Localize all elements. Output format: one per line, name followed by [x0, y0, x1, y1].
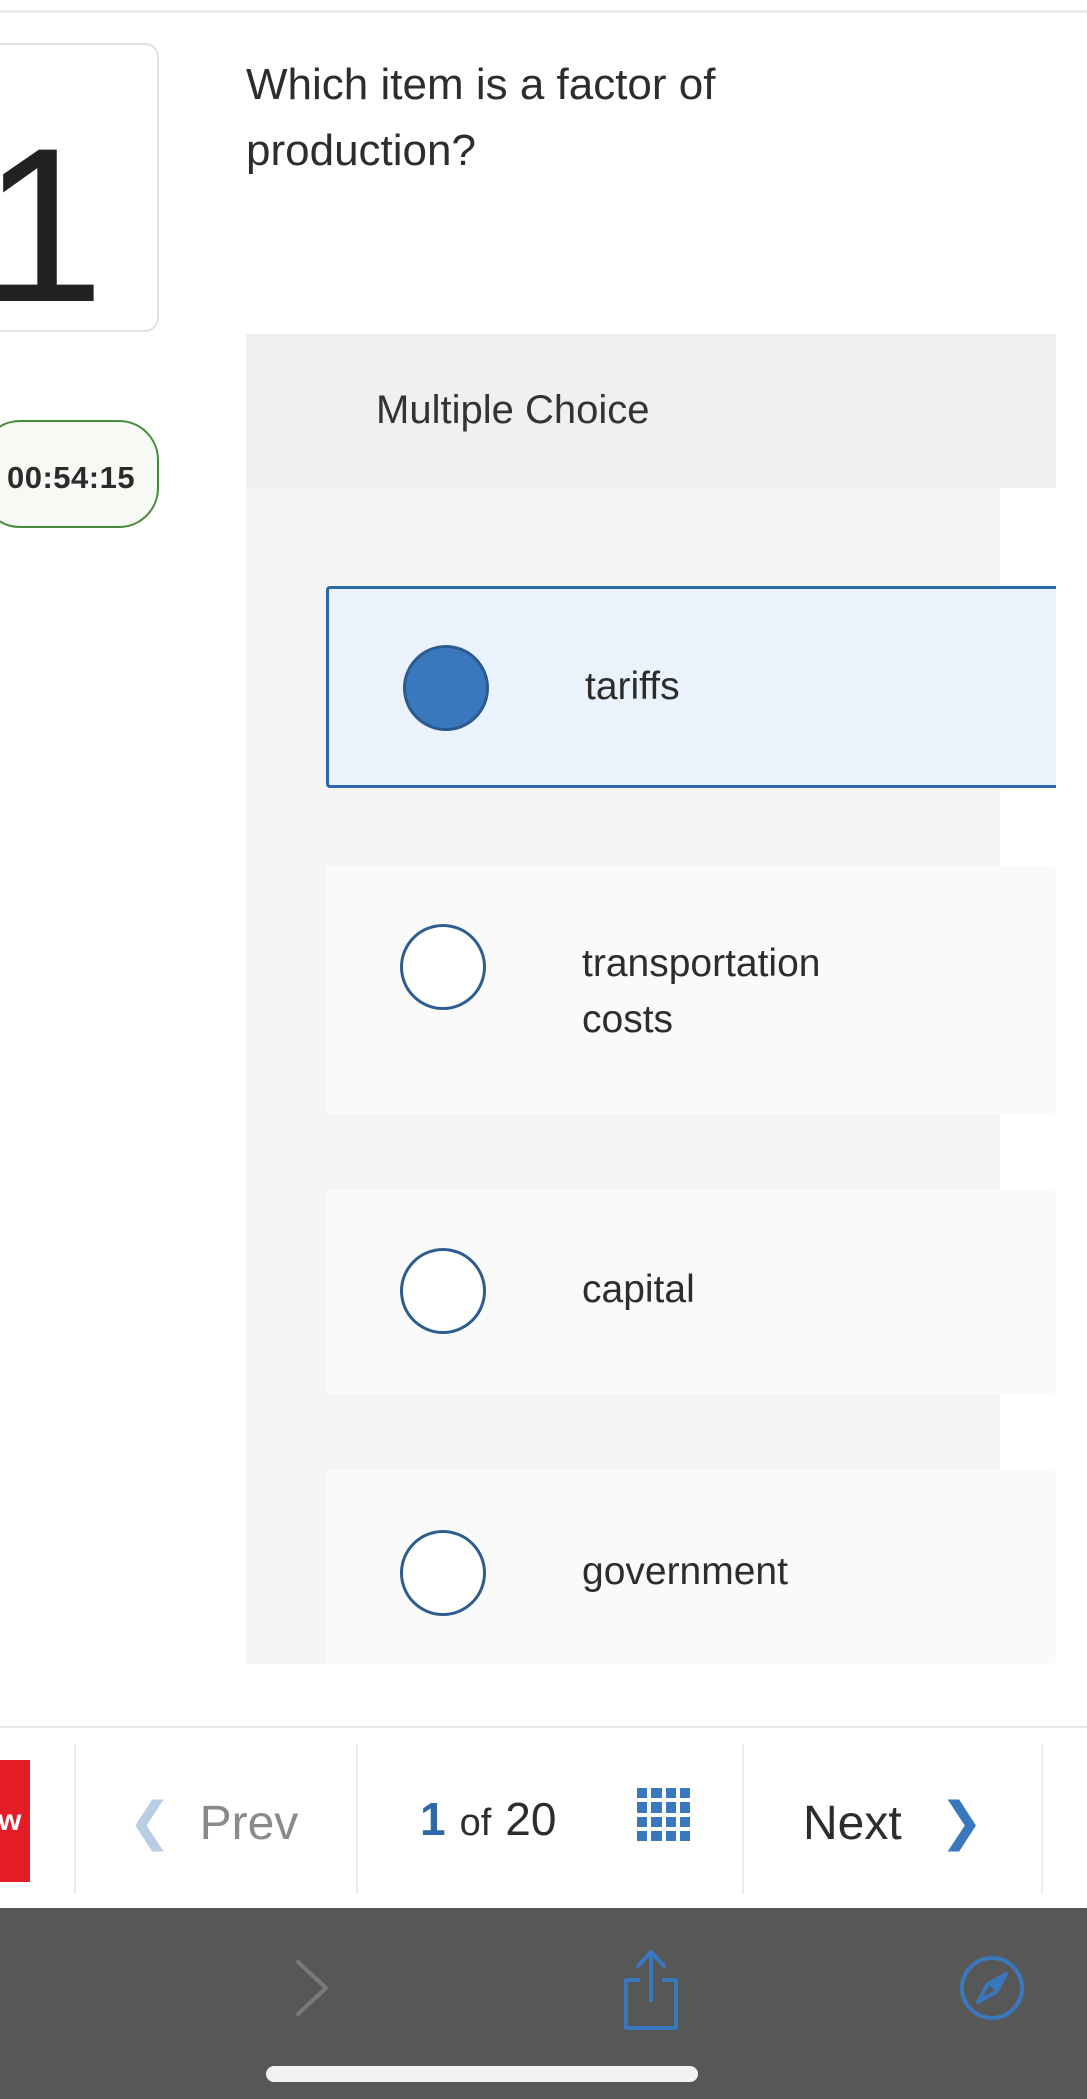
radio-button[interactable] [400, 1530, 486, 1616]
current-page: 1 [420, 1793, 446, 1845]
prev-button[interactable]: ❮ Prev [128, 1792, 298, 1852]
nav-divider [742, 1744, 744, 1894]
choice-option-government[interactable]: government [326, 1470, 1056, 1664]
nav-divider [74, 1744, 76, 1894]
choice-label: capital [582, 1268, 695, 1311]
chevron-left-icon: ❮ [128, 1793, 172, 1851]
nav-divider [1041, 1744, 1043, 1894]
question-prompt: Which item is a factor of production? [246, 60, 716, 175]
chevron-right-icon: ❯ [939, 1793, 984, 1851]
choice-label: government [582, 1550, 788, 1593]
bottom-navigation-bar: w ❮ Prev 1 of 20 Next ❯ [0, 1728, 1087, 1908]
radio-button[interactable] [400, 1248, 486, 1334]
prev-label: Prev [199, 1797, 299, 1850]
nav-divider [356, 1744, 358, 1894]
brand-logo[interactable]: w [0, 1760, 30, 1882]
question-type-header: Multiple Choice [246, 334, 1056, 488]
timer-badge[interactable]: 00:54:15 [0, 420, 159, 528]
share-icon[interactable] [620, 1948, 682, 2032]
choice-option-transportation-costs[interactable]: transportation costs [326, 866, 1056, 1114]
radio-button-selected[interactable] [403, 645, 489, 731]
top-divider [0, 10, 1087, 13]
question-type-label: Multiple Choice [376, 388, 650, 432]
choice-label: tariffs [585, 665, 680, 708]
choice-option-capital[interactable]: capital [326, 1190, 1056, 1394]
home-indicator[interactable] [266, 2066, 698, 2082]
page-indicator: 1 of 20 [420, 1792, 556, 1846]
forward-icon[interactable] [292, 1956, 332, 2020]
next-button[interactable]: Next ❯ [803, 1792, 983, 1852]
compass-icon[interactable] [958, 1954, 1026, 2022]
question-number-card: 1 [0, 43, 159, 348]
choice-option-tariffs[interactable]: tariffs [326, 586, 1056, 788]
next-label: Next [803, 1797, 902, 1850]
grid-icon[interactable] [637, 1788, 690, 1841]
total-pages: 20 [505, 1793, 557, 1845]
timer-text: 00:54:15 [7, 460, 136, 495]
of-label: of [459, 1802, 492, 1844]
question-number: 1 [0, 102, 105, 348]
choice-label: transportation costs [582, 942, 821, 1041]
radio-button[interactable] [400, 924, 486, 1010]
browser-toolbar [0, 1908, 1087, 2099]
